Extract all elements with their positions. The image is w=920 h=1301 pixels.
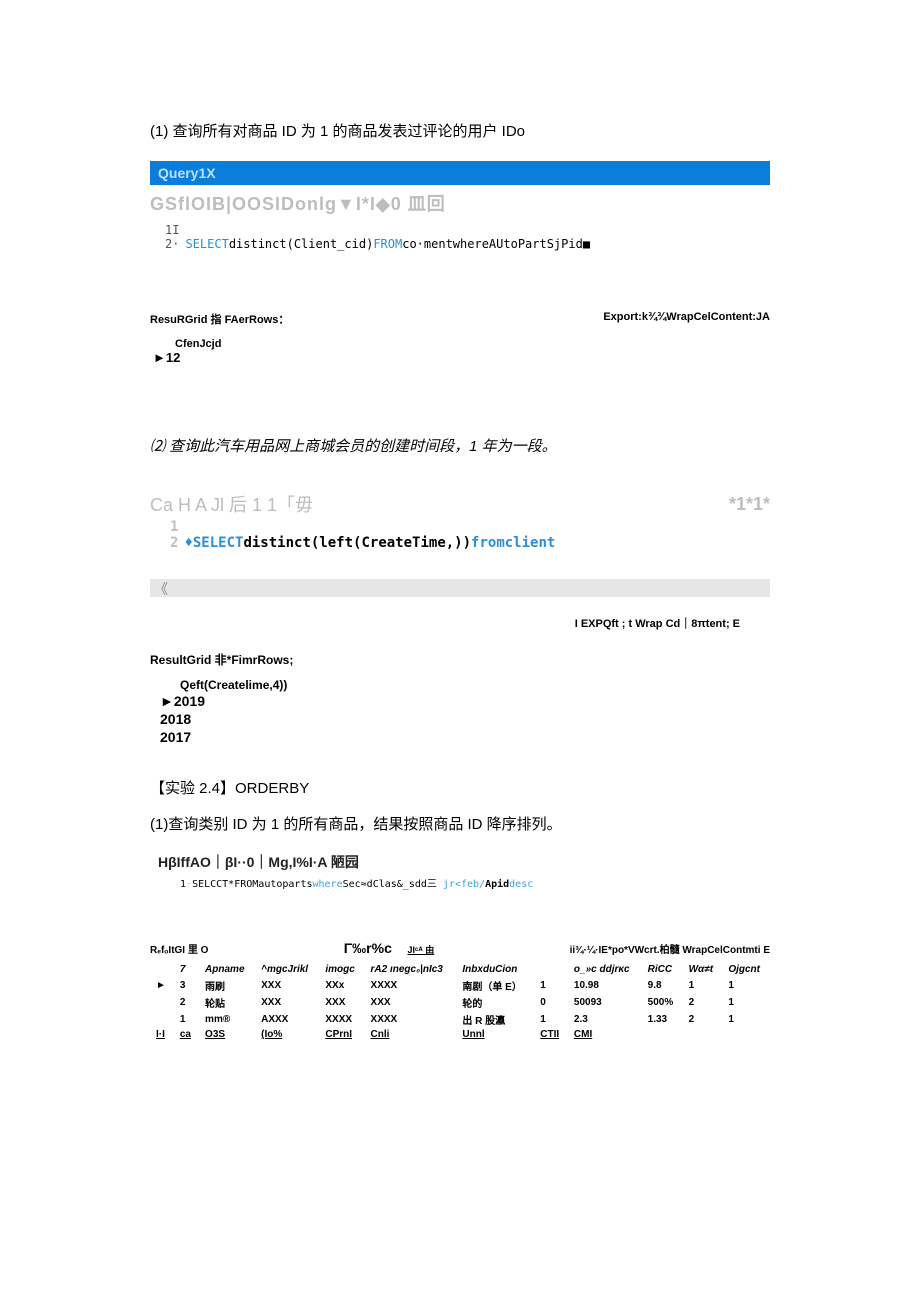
- q1-sql: 1I 2·SELECTdistinct(Client_cid)FROMco·me…: [150, 221, 770, 266]
- q1-result-row: ►12: [150, 350, 770, 365]
- col-head: InbxduCion: [456, 962, 534, 977]
- query-tab[interactable]: Query1X: [150, 161, 770, 185]
- col-head: [534, 962, 568, 977]
- q3-result-meta: RₑfₒItGI 里 O Γ‰r%c JIᶜᴬ 由 ii¾·¼·IE*po*VW…: [150, 940, 770, 956]
- line-num: 1I: [165, 223, 185, 237]
- q1-prompt: (1) 查询所有对商品 ID 为 1 的商品发表过评论的用户 IDo: [150, 120, 770, 141]
- document-page: (1) 查询所有对商品 ID 为 1 的商品发表过评论的用户 IDo Query…: [0, 0, 920, 1141]
- q3-sql: 1·SELCCT*FROMautopartswhereSec≈dClas&_sd…: [150, 875, 770, 890]
- year-row: 2017: [160, 728, 770, 746]
- q2-prompt: ⑵ 查询此汽车用品网上商城会员的创建时间段，1 年为一段。: [150, 435, 770, 456]
- gray-bar: 《: [150, 579, 770, 597]
- col-head: RiCC: [642, 962, 683, 977]
- experiment-title: 【实验 2.4】ORDERBY: [150, 777, 770, 798]
- col-head: rA2 ınegc₀|nIc3: [365, 962, 457, 977]
- export-wrap-label: ii¾·¼·IE*po*VWcrt.柏髓 WrapCelContmti E: [570, 941, 770, 956]
- col-head: imogc: [319, 962, 364, 977]
- col-head: Apname: [199, 962, 255, 977]
- q2-result-head: ResultGrid 非*FimrRows;: [150, 651, 770, 668]
- q2-years: ►2019 2018 2017: [150, 692, 770, 747]
- q2-toolbar-left: Ca H A Jl 后 1 1「毋: [150, 491, 313, 517]
- line-num: 2: [170, 535, 184, 551]
- q2-toolbar: Ca H A Jl 后 1 1「毋 *1*1*: [150, 476, 770, 519]
- col-head: ^mgcJrikl: [255, 962, 319, 977]
- col-head: Ojgcnt: [722, 962, 770, 977]
- table-row[interactable]: ► 3 雨刷 XXX XXx XXXX 南剧（单 E） 1 10.98 9.8 …: [150, 977, 770, 994]
- q3-toolbar: HβIffAO｜βI··0｜Mg,I%I·A 陋园: [150, 852, 770, 872]
- line-num: 1: [170, 519, 184, 535]
- q2-export-line: I EXPQft ; t Wrap Cd｜8πtent; E: [150, 615, 770, 631]
- col-head: [150, 962, 174, 977]
- table-row[interactable]: 2 轮贴 XXX XXX XXX 轮的 0 50093 500% 2 1: [150, 994, 770, 1011]
- filter-label: Γ‰r%c JIᶜᴬ 由: [344, 940, 434, 956]
- q2-col-header: Qeft(Createlime,4)): [150, 678, 770, 692]
- q2-sql: 1 2♦SELECTdistinct(left(CreateTime,))fro…: [150, 519, 770, 551]
- year-row: 2018: [160, 710, 770, 728]
- table-row[interactable]: 1 mm® AXXX XXXX XXXX 出 R 股瀛 1 2.3 1.33 2…: [150, 1011, 770, 1028]
- q3-prompt: (1)查询类别 ID 为 1 的所有商品，结果按照商品 ID 降序排列。: [150, 813, 770, 834]
- col-head: 7: [174, 962, 199, 977]
- year-row: ►2019: [160, 692, 770, 710]
- q1-col-header: CfenJcjd: [150, 338, 770, 350]
- q2-toolbar-right: *1*1*: [729, 494, 770, 515]
- col-head: Wα≠t: [683, 962, 723, 977]
- export-label: Export:k¾¾WrapCelContent:JA: [603, 311, 770, 327]
- sql-line: 2·SELECTdistinct(Client_cid)FROMco·mentw…: [165, 237, 755, 251]
- result-table: 7 Apname ^mgcJrikl imogc rA2 ınegc₀|nIc3…: [150, 962, 770, 1041]
- q1-result-meta: ResuRGrid 指 FAerRows： Export:k¾¾WrapCelC…: [150, 306, 770, 332]
- table-footer-row: I·I ca O3S (Io% CPrnI Cnli Unnl CTII CMI: [150, 1028, 770, 1041]
- result-grid-label: ResuRGrid 指 FAerRows：: [150, 311, 289, 327]
- q1-toolbar: GSflOIB|OOSIDonlg▼I*I◆0 皿回: [150, 185, 770, 221]
- table-header-row: 7 Apname ^mgcJrikl imogc rA2 ınegc₀|nIc3…: [150, 962, 770, 977]
- col-head: o_»c ddjrκc: [568, 962, 642, 977]
- result-grid-label: RₑfₒItGI 里 O: [150, 941, 208, 956]
